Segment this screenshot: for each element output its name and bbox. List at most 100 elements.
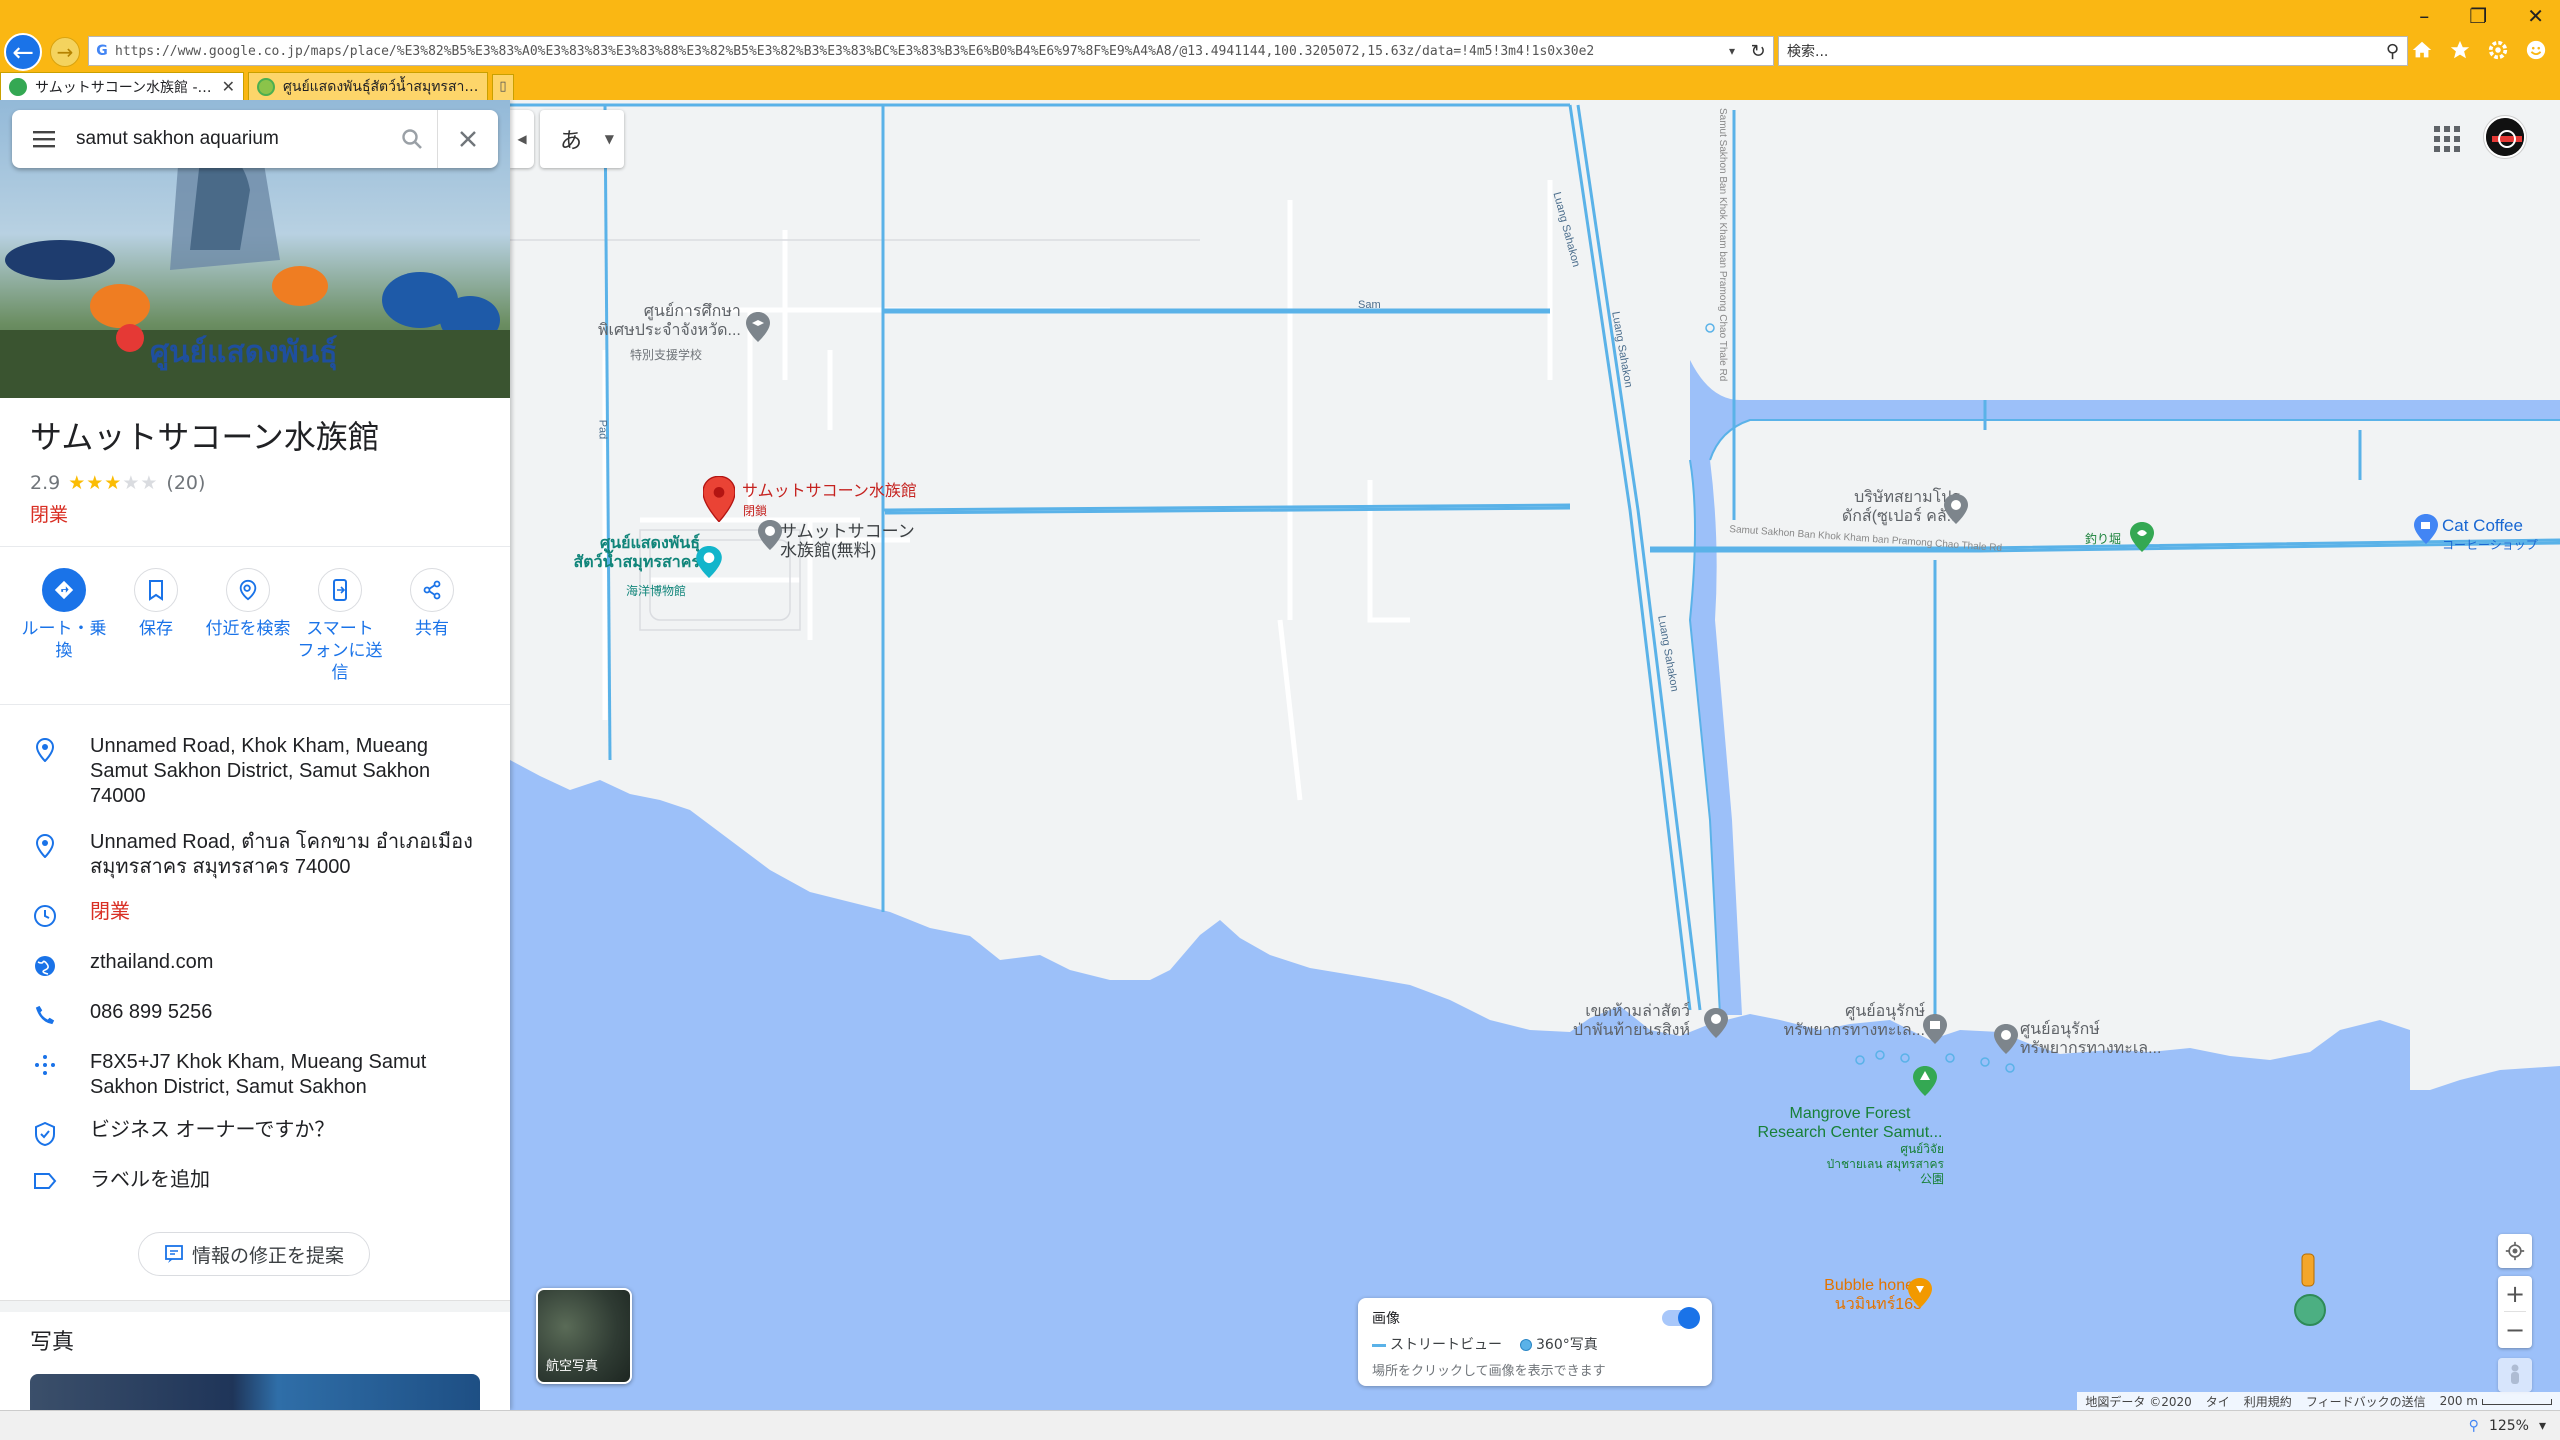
company-pin-icon[interactable] [1944, 494, 1968, 524]
hours-status[interactable]: 閉業 [90, 900, 490, 925]
minimize-icon[interactable]: – [2419, 4, 2429, 28]
photos-heading: 写真 [30, 1330, 75, 1355]
aquarium-red-pin-icon[interactable] [703, 476, 735, 522]
photos-360-legend: 360°写真 [1520, 1334, 1598, 1354]
url-text[interactable]: https://www.google.co.jp/maps/place/%E3%… [115, 44, 1721, 59]
conserve2-pin-icon[interactable] [1994, 1024, 2018, 1054]
address-th-row[interactable]: Unnamed Road, ตำบล โคกขาม อำเภอเมือง สมุ… [0, 830, 510, 880]
wildlife-pin-icon[interactable] [1704, 1008, 1728, 1038]
fishing-green-pin-icon[interactable] [2130, 522, 2154, 552]
add-label[interactable]: ラベルを追加 [90, 1168, 490, 1193]
collapse-panel-button[interactable]: ◀ [510, 110, 534, 168]
settings-gear-icon[interactable] [2484, 36, 2512, 64]
search-box [12, 110, 498, 168]
pegman-control[interactable] [2498, 1358, 2532, 1392]
map-label-bubble-honey[interactable]: Bubble honey นวมินทร์163 [1772, 1276, 1922, 1314]
share-button[interactable]: 共有 [386, 568, 478, 684]
imagery-toggle[interactable] [1662, 1307, 1700, 1329]
map-label-marine-ja: 海洋博物館 [626, 584, 687, 598]
forward-button[interactable]: → [50, 37, 80, 67]
review-count-link[interactable]: (20) [166, 472, 205, 494]
favorites-star-icon[interactable] [2446, 36, 2474, 64]
url-dropdown-icon[interactable]: ▾ [1721, 44, 1743, 58]
map-label-conserve1-th[interactable]: ศูนย์อนุรักษ์ ทรัพยากรทางทะเล... [1765, 1002, 1925, 1040]
zoom-level[interactable]: 125% [2489, 1418, 2529, 1434]
input-method-button[interactable]: あ ▼ [540, 110, 624, 168]
label-row[interactable]: ラベルを追加 [0, 1168, 510, 1193]
map-label-aquarium-free[interactable]: サムットサコーン 水族館(無料) [780, 522, 915, 560]
map-label-mangrove[interactable]: Mangrove Forest Research Center Samut... [1740, 1104, 1960, 1142]
phone-row[interactable]: 086 899 5256 [0, 1000, 510, 1026]
plus-code-row[interactable]: F8X5+J7 Khok Kham, Mueang Samut Sakhon D… [0, 1050, 510, 1100]
map-label-cat-coffee[interactable]: Cat Coffee [2442, 516, 2523, 535]
smiley-feedback-icon[interactable] [2522, 36, 2550, 64]
clear-search-button[interactable] [438, 110, 498, 168]
cafe-blue-pin-icon[interactable] [2414, 514, 2438, 544]
address-en[interactable]: Unnamed Road, Khok Kham, Mueang Samut Sa… [90, 734, 490, 809]
search-icon[interactable]: ⚲ [2386, 41, 2399, 62]
zoom-dropdown-icon[interactable]: ▾ [2539, 1418, 2546, 1434]
website-row[interactable]: zthailand.com [0, 950, 510, 978]
pegman-on-map[interactable] [2301, 1253, 2315, 1287]
tab-google-maps[interactable]: サムットサコーン水族館 - Goog... ✕ [0, 72, 244, 100]
google-apps-grid-icon[interactable] [2430, 122, 2464, 156]
conserve1-pin-icon[interactable] [1923, 1014, 1947, 1044]
bubble-honey-orange-pin-icon[interactable] [1908, 1278, 1932, 1308]
tab-marine-center[interactable]: ศูนย์แสดงพันธุ์สัตว์น้ำสมุทรสาคร สม... [248, 72, 488, 100]
phone-number[interactable]: 086 899 5256 [90, 1000, 490, 1025]
hours-row[interactable]: 閉業 [0, 900, 510, 928]
search-button[interactable] [386, 110, 438, 168]
my-location-button[interactable] [2498, 1234, 2532, 1268]
rating-stars-icon[interactable]: ★★★★★ [68, 472, 158, 494]
mangrove-green-pin-icon[interactable] [1913, 1066, 1937, 1096]
restore-icon[interactable]: ❐ [2469, 4, 2487, 28]
terms-link[interactable]: 利用規約 [2244, 1393, 2292, 1410]
browser-search-box[interactable]: 検索... ⚲ [1778, 36, 2408, 66]
new-tab-button[interactable]: ▯ [492, 74, 514, 100]
suggest-edit-button[interactable]: 情報の修正を提案 [138, 1232, 370, 1276]
school-pin-icon[interactable] [746, 312, 770, 342]
satellite-layer-toggle[interactable]: 航空写真 [536, 1288, 632, 1384]
map-data-copyright: 地図データ ©2020 [2085, 1394, 2192, 1409]
imagery-layer-card[interactable]: 画像 ストリートビュー 360°写真 場所をクリックして画像を表示できます [1358, 1298, 1712, 1386]
feedback-link[interactable]: フィードバックの送信 [2306, 1393, 2426, 1410]
address-row[interactable]: Unnamed Road, Khok Kham, Mueang Samut Sa… [0, 734, 510, 809]
map-label-marine-th[interactable]: ศูนย์แสดงพันธุ์ สัตว์น้ำสมุทรสาคร [550, 534, 700, 572]
plus-code[interactable]: F8X5+J7 Khok Kham, Mueang Samut Sakhon D… [90, 1050, 490, 1100]
browser-search-placeholder[interactable]: 検索... [1787, 41, 2386, 61]
map-label-aquarium-name[interactable]: サムットサコーン水族館 [742, 482, 917, 501]
search-input[interactable] [76, 128, 386, 150]
directions-button[interactable]: ルート・乗 換 [18, 568, 110, 684]
nearby-button[interactable]: 付近を検索 [202, 568, 294, 684]
map-label-school-ja[interactable]: 特別支援学校 [630, 346, 702, 365]
menu-button[interactable] [12, 110, 76, 168]
home-icon[interactable] [2408, 36, 2436, 64]
refresh-icon[interactable]: ↻ [1743, 41, 1773, 62]
map-label-wildlife-th[interactable]: เขตห้ามล่าสัตว์ ป่าพันท้ายนรสิงห์ [1510, 1002, 1690, 1040]
website-link[interactable]: zthailand.com [90, 950, 490, 975]
zoom-in-button[interactable]: + [2498, 1276, 2532, 1311]
address-bar[interactable]: G https://www.google.co.jp/maps/place/%E… [88, 36, 1774, 66]
map-canvas[interactable]: ศูนย์การศึกษา พิเศษประจำจังหวัด... 特別支援学… [510, 100, 2560, 1410]
zoom-out-button[interactable]: − [2498, 1312, 2532, 1347]
country-link[interactable]: タイ [2206, 1393, 2230, 1410]
map-label-fishing[interactable]: 釣り堀 [2085, 530, 2121, 549]
map-label-company-th[interactable]: บริษัทสยามโปร ดักส์(ซูเปอร์ คลั... [1800, 488, 1960, 526]
marine-museum-teal-pin-icon[interactable] [696, 546, 722, 578]
owner-prompt[interactable]: ビジネス オーナーですか？ [90, 1118, 490, 1143]
address-th[interactable]: Unnamed Road, ตำบล โคกขาม อำเภอเมือง สมุ… [90, 830, 490, 880]
account-avatar[interactable] [2484, 116, 2526, 158]
owner-row[interactable]: ビジネス オーナーですか？ [0, 1118, 510, 1146]
close-tab-icon[interactable]: ✕ [216, 77, 235, 96]
google-maps-page: ศูนย์การศึกษา พิเศษประจำจังหวัด... 特別支援学… [0, 100, 2560, 1410]
back-button[interactable]: ← [4, 33, 42, 71]
photo-thumbnails[interactable] [30, 1374, 480, 1410]
close-window-icon[interactable]: ✕ [2527, 4, 2544, 28]
museum-gray-pin-icon[interactable] [758, 520, 782, 550]
map-label-school-th[interactable]: ศูนย์การศึกษา พิเศษประจำจังหวัด... [598, 302, 741, 340]
send-to-phone-button[interactable]: スマート フォンに送 信 [294, 568, 386, 684]
scale-indicator[interactable]: 200 m [2440, 1394, 2552, 1408]
save-button[interactable]: 保存 [110, 568, 202, 684]
map-label-conserve2-th[interactable]: ศูนย์อนุรักษ์ ทรัพยากรทางทะเล... [2020, 1020, 2161, 1058]
imagery-legend: ストリートビュー 360°写真 [1372, 1334, 1698, 1354]
